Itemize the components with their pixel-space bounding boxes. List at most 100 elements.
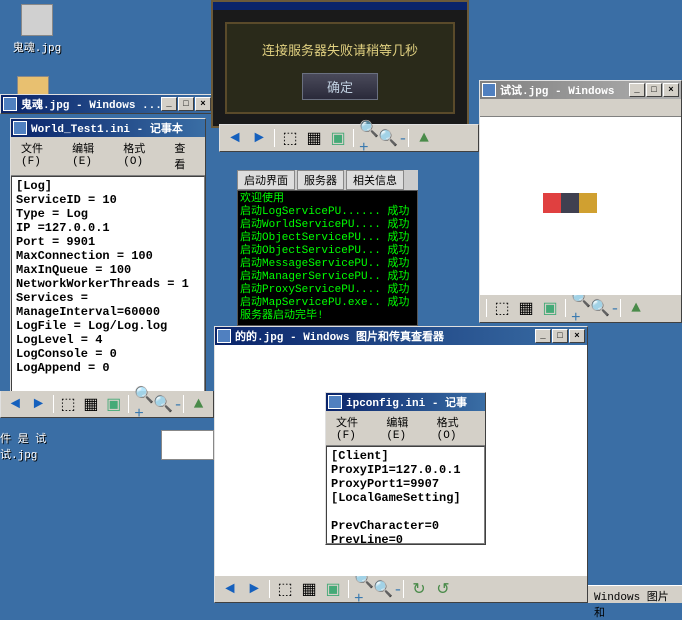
next-button[interactable]: ►	[250, 129, 268, 147]
actual-size-button[interactable]: ▦	[82, 395, 99, 413]
slideshow-button[interactable]: ▣	[324, 580, 342, 598]
desktop-icon-shishi[interactable]: 件 是 试 试.jpg	[0, 430, 70, 462]
separator	[565, 299, 566, 317]
dede-viewer-window: 的的.jpg - Windows 图片和传真查看器 _ □ × ipconfig…	[214, 326, 588, 603]
window-title: 试试.jpg - Windows	[500, 82, 629, 98]
slideshow-button[interactable]: ▣	[105, 395, 122, 413]
notepad-titlebar[interactable]: World_Test1.ini - 记事本	[11, 119, 205, 137]
window-title: World_Test1.ini - 记事本	[31, 120, 203, 136]
taskbar-button[interactable]: Windows 图片和	[588, 585, 682, 603]
rotate-button[interactable]: ▲	[627, 299, 645, 317]
fit-button[interactable]: ⬚	[281, 129, 299, 147]
separator	[269, 580, 270, 598]
dede-titlebar[interactable]: 的的.jpg - Windows 图片和传真查看器 _ □ ×	[215, 327, 587, 345]
shishi-viewer-window: 试试.jpg - Windows _ □ × ⬚ ▦ ▣ 🔍+ 🔍- ▲	[479, 80, 682, 323]
tab-info[interactable]: 相关信息	[346, 170, 404, 190]
file-icon	[21, 4, 53, 36]
separator	[620, 299, 621, 317]
separator	[353, 129, 354, 147]
zoom-in-button[interactable]: 🔍+	[355, 580, 373, 598]
rotate-button[interactable]: ▲	[415, 129, 433, 147]
app-icon	[482, 83, 496, 97]
minimize-button[interactable]: _	[535, 329, 551, 343]
slideshow-button[interactable]: ▣	[541, 299, 559, 317]
fit-button[interactable]: ⬚	[493, 299, 511, 317]
menu-file: 文件(F)	[330, 413, 380, 443]
guihun-viewer-window: 鬼魂.jpg - Windows ... _ □ ×	[0, 94, 214, 114]
menubar: 文件(F) 编辑(E) 格式(O) 查看	[11, 137, 205, 176]
separator	[274, 129, 275, 147]
actual-size-button[interactable]: ▦	[305, 129, 323, 147]
upper-viewer-toolbar: ◄ ► ⬚ ▦ ▣ 🔍+ 🔍- ▲	[219, 124, 479, 152]
separator	[183, 395, 184, 413]
rotate-cw-button[interactable]: ↻	[410, 580, 428, 598]
window-title: 的的.jpg - Windows 图片和传真查看器	[235, 328, 535, 344]
fit-button[interactable]: ⬚	[276, 580, 294, 598]
game-error-dialog: 连接服务器失败请稍等几秒 确定	[211, 0, 469, 128]
close-button[interactable]: ×	[663, 83, 679, 97]
maximize-button[interactable]: □	[552, 329, 568, 343]
menu-edit: 编辑(E)	[380, 413, 430, 443]
next-button[interactable]: ►	[245, 580, 263, 598]
zoom-out-button[interactable]: 🔍-	[379, 580, 397, 598]
next-button[interactable]: ►	[30, 395, 47, 413]
guihun-titlebar[interactable]: 鬼魂.jpg - Windows ... _ □ ×	[1, 95, 213, 113]
menu-format[interactable]: 格式(O)	[117, 139, 168, 173]
separator	[403, 580, 404, 598]
image-canvas	[480, 117, 681, 295]
close-button[interactable]: ×	[195, 97, 211, 111]
tab-server[interactable]: 服务器	[297, 170, 344, 190]
notepad-content[interactable]: [Log] ServiceID = 10 Type = Log IP =127.…	[11, 176, 205, 404]
window-title: ipconfig.ini - 记事	[346, 394, 483, 410]
close-button[interactable]: ×	[569, 329, 585, 343]
window-fragment	[161, 430, 214, 460]
server-console-panel: 启动界面 服务器 相关信息 欢迎使用 启动LogServicePU...... …	[237, 170, 418, 326]
prev-button[interactable]: ◄	[221, 580, 239, 598]
menu-view[interactable]: 查看	[168, 139, 201, 173]
world-test-notepad: World_Test1.ini - 记事本 文件(F) 编辑(E) 格式(O) …	[10, 118, 206, 405]
menu-edit[interactable]: 编辑(E)	[66, 139, 117, 173]
image-viewer-toolbar: ◄ ► ⬚ ▦ ▣ 🔍+ 🔍- ▲	[220, 125, 478, 151]
zoom-out-button[interactable]: 🔍-	[596, 299, 614, 317]
app-icon	[3, 97, 17, 111]
notepad-content: [Client] ProxyIP1=127.0.0.1 ProxyPort1=9…	[326, 446, 485, 544]
shield-red-icon	[543, 193, 561, 213]
app-icon	[217, 329, 231, 343]
rotate-ccw-button[interactable]: ↺	[434, 580, 452, 598]
guihun-toolbar-window: ◄ ► ⬚ ▦ ▣ 🔍+ 🔍- ▲	[0, 391, 214, 418]
shield-dark-icon	[561, 193, 579, 213]
tab-startup[interactable]: 启动界面	[237, 170, 295, 190]
desktop-icon-guihun[interactable]: 鬼魂.jpg	[2, 4, 72, 55]
minimize-button[interactable]: _	[161, 97, 177, 111]
actual-size-button[interactable]: ▦	[300, 580, 318, 598]
separator	[53, 395, 54, 413]
menubar-empty	[480, 99, 681, 117]
separator	[486, 299, 487, 317]
minimize-button[interactable]: _	[629, 83, 645, 97]
zoom-out-button[interactable]: 🔍-	[159, 395, 177, 413]
menu-file[interactable]: 文件(F)	[15, 139, 66, 173]
zoom-in-button[interactable]: 🔍+	[572, 299, 590, 317]
zoom-out-button[interactable]: 🔍-	[384, 129, 402, 147]
prev-button[interactable]: ◄	[7, 395, 24, 413]
shield-gold-icon	[579, 193, 597, 213]
zoom-in-button[interactable]: 🔍+	[360, 129, 378, 147]
security-icons	[543, 193, 597, 213]
fit-button[interactable]: ⬚	[60, 395, 77, 413]
maximize-button[interactable]: □	[178, 97, 194, 111]
menu-format: 格式(O)	[431, 413, 481, 443]
ipconfig-notepad: ipconfig.ini - 记事 文件(F) 编辑(E) 格式(O) [Cli…	[325, 392, 486, 545]
prev-button[interactable]: ◄	[226, 129, 244, 147]
separator	[348, 580, 349, 598]
ok-button[interactable]: 确定	[302, 73, 378, 100]
slideshow-button[interactable]: ▣	[329, 129, 347, 147]
zoom-in-button[interactable]: 🔍+	[135, 395, 153, 413]
console-tabs: 启动界面 服务器 相关信息	[237, 170, 418, 190]
maximize-button[interactable]: □	[646, 83, 662, 97]
actual-size-button[interactable]: ▦	[517, 299, 535, 317]
menubar: 文件(F) 编辑(E) 格式(O)	[326, 411, 485, 446]
shishi-titlebar[interactable]: 试试.jpg - Windows _ □ ×	[480, 81, 681, 99]
rotate-button[interactable]: ▲	[190, 395, 207, 413]
image-canvas: ipconfig.ini - 记事 文件(F) 编辑(E) 格式(O) [Cli…	[215, 345, 587, 576]
separator	[128, 395, 129, 413]
